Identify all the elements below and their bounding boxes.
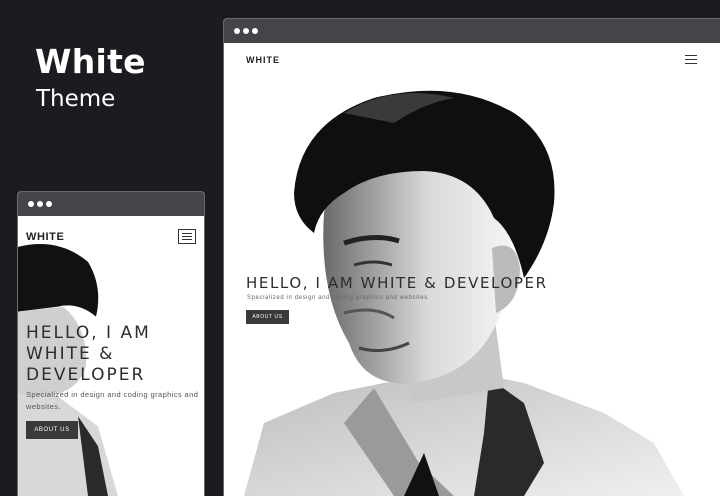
portrait-photo [244,90,684,496]
brand-title: White [35,42,146,81]
window-dot-icon [234,28,240,34]
mobile-titlebar [18,192,204,216]
brand-subtitle: Theme [36,86,116,112]
mobile-page: WHITE HELLO, I AM WHITE & DEVELOPER Spec… [18,217,204,496]
hero-heading-line: DEVELOPER [26,365,146,385]
window-controls [28,201,52,207]
mobile-mockup: WHITE HELLO, I AM WHITE & DEVELOPER Spec… [17,191,205,496]
window-dot-icon [37,201,43,207]
window-dot-icon [28,201,34,207]
about-us-button[interactable]: ABOUT US [26,421,78,439]
window-dot-icon [243,28,249,34]
hamburger-menu-icon[interactable] [178,229,196,244]
hero-heading: HELLO, I AM WHITE & DEVELOPER [246,274,548,292]
hero-heading-line: HELLO, I AM [26,323,151,343]
window-controls [234,28,258,34]
hero-caption: Specialized in design and coding graphic… [247,295,431,301]
desktop-titlebar [224,19,720,43]
window-dot-icon [252,28,258,34]
hero-heading-line: WHITE & [26,344,115,364]
hamburger-menu-icon[interactable] [685,55,697,64]
hero-heading: HELLO, I AM WHITE & DEVELOPER [26,323,196,386]
site-logo[interactable]: WHITE [246,55,280,65]
desktop-page: WHITE HELLO, I AM WHITE & DEVELOPER Spec… [224,43,720,496]
about-us-button[interactable]: ABOUT US [246,310,289,324]
hero-caption: Specialized in design and coding graphic… [26,390,199,411]
site-logo[interactable]: WHITE [26,231,64,243]
desktop-browser-mockup: WHITE HELLO, I AM WHITE & DEVELOPER Spec… [223,18,720,496]
window-dot-icon [46,201,52,207]
